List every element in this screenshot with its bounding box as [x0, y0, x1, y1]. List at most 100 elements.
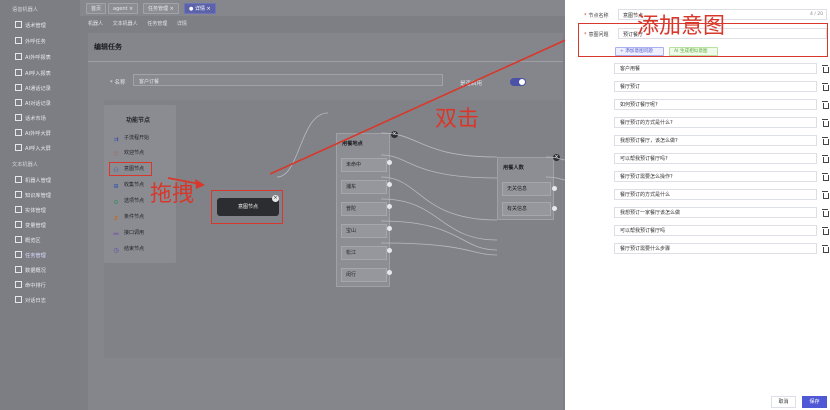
cancel-button[interactable]: 取消 — [771, 396, 796, 408]
enable-label: 是否启用 — [460, 81, 483, 87]
palette-item-welcome[interactable]: ♡ 欢迎节点 — [112, 147, 144, 159]
flow-row[interactable]: 宝山 — [341, 224, 387, 238]
sidebar-item-outbound-task[interactable]: 外呼任务 — [0, 36, 80, 48]
tab-agent[interactable]: agent × — [108, 3, 139, 14]
divider — [88, 61, 563, 62]
sidebar-item-script[interactable]: 话术管理 — [0, 20, 80, 32]
trash-icon[interactable] — [822, 137, 829, 145]
close-icon[interactable]: × — [391, 131, 398, 138]
trash-icon[interactable] — [822, 227, 829, 235]
breadcrumb-item[interactable]: 机器人 — [88, 21, 103, 27]
trash-icon[interactable] — [822, 173, 829, 181]
similar-question-input[interactable]: 客户用餐 — [614, 63, 817, 74]
sidebar: 语音机器人 话术管理 外呼任务 AI外呼报表 AI呼入报表 AI通话记录 AI对… — [0, 0, 80, 410]
name-input[interactable]: 客户订餐 — [133, 74, 443, 86]
sidebar-item-call-records[interactable]: AI通话记录 — [0, 83, 80, 95]
connector-port[interactable] — [552, 186, 557, 191]
similar-question-input[interactable]: 如何预订餐厅呢? — [614, 99, 817, 110]
condition-icon: ⇵ — [113, 215, 119, 222]
sidebar-item-task-manage[interactable]: 任务管理 — [0, 250, 80, 262]
trash-icon[interactable] — [822, 83, 829, 91]
flow-card-party-size[interactable]: 用餐人数 无关信息 有关信息 — [497, 157, 554, 220]
palette-item-label: 选项节点 — [124, 198, 145, 204]
connector-port[interactable] — [387, 270, 392, 275]
similar-question-input[interactable]: 餐厅预订的方式是什么 — [614, 189, 817, 200]
intent-node-highlight — [109, 162, 152, 176]
sidebar-item-overview[interactable]: 概览区 — [0, 235, 80, 247]
connector-port[interactable] — [387, 248, 392, 253]
connector-port[interactable] — [387, 160, 392, 165]
sidebar-item-inbound-report[interactable]: AI呼入报表 — [0, 68, 80, 80]
tab-home[interactable]: 首页 — [86, 3, 107, 14]
sidebar-item-dialog-log[interactable]: 对话日志 — [0, 295, 80, 307]
flow-row[interactable]: 闵行 — [341, 268, 387, 282]
sidebar-group-voice-robot[interactable]: 语音机器人 — [0, 4, 80, 16]
palette-item-flow-start[interactable]: ⇉ 子流程开始 — [112, 132, 149, 144]
palette-item-option[interactable]: ⊙ 选项节点 — [112, 195, 144, 207]
connector-port[interactable] — [387, 182, 392, 187]
dropped-intent-node[interactable]: 意图节点 — [217, 198, 279, 216]
flow-card-dining-location[interactable]: 用餐地点 未命中 浦东 普陀 宝山 松江 闵行 — [336, 133, 390, 287]
palette-item-condition[interactable]: ⇵ 条件节点 — [112, 211, 144, 223]
connector-port[interactable] — [387, 226, 392, 231]
page-title: 编辑任务 — [94, 43, 122, 51]
trash-icon[interactable] — [822, 155, 829, 163]
collect-icon: ⊞ — [113, 183, 119, 190]
palette-item-end[interactable]: ◷ 结束节点 — [112, 243, 144, 255]
save-button[interactable]: 保存 — [802, 396, 827, 408]
flow-row[interactable]: 无关信息 — [502, 182, 551, 196]
breadcrumb-item[interactable]: 文本机器人 — [113, 21, 138, 27]
sidebar-item-knowledge[interactable]: 知识库管理 — [0, 190, 80, 202]
sidebar-item-data-overview[interactable]: 数据概况 — [0, 265, 80, 277]
tab-task-manage[interactable]: 任务管理 × — [143, 3, 179, 14]
flow-row[interactable]: 普陀 — [341, 202, 387, 216]
close-icon[interactable]: × — [553, 154, 560, 161]
trash-icon[interactable] — [822, 65, 829, 73]
flow-row[interactable]: 未命中 — [341, 158, 387, 172]
similar-question-input[interactable]: 餐厅预订需要怎么操作? — [614, 171, 817, 182]
breadcrumb-item[interactable]: 任务管理 — [147, 21, 167, 27]
annotation-add-intent: 添加意图 — [637, 14, 726, 39]
sidebar-item-dialog-records[interactable]: AI对话记录 — [0, 98, 80, 110]
sidebar-item-script-market[interactable]: 话术市场 — [0, 113, 80, 125]
sidebar-group-text-robot[interactable]: 文本机器人 — [0, 159, 80, 171]
close-icon[interactable]: × — [272, 195, 279, 202]
similar-question-input[interactable]: 我想预订一家餐厅该怎么做 — [614, 207, 817, 218]
annotation-drag: 拖拽 — [150, 182, 195, 207]
connector-port[interactable] — [552, 206, 557, 211]
enable-toggle[interactable] — [510, 78, 526, 86]
flow-card-title: 用餐人数 — [503, 165, 524, 171]
flow-card-title: 用餐地点 — [342, 141, 363, 147]
sidebar-item-outbound-dashboard[interactable]: AI外呼大屏 — [0, 128, 80, 140]
palette-item-collect[interactable]: ⊞ 收集节点 — [112, 179, 144, 191]
sidebar-item-inbound-dashboard[interactable]: AI呼入大屏 — [0, 143, 80, 155]
connector-port[interactable] — [387, 204, 392, 209]
flow-start-icon: ⇉ — [113, 136, 119, 143]
flow-row[interactable]: 有关信息 — [502, 202, 551, 216]
trash-icon[interactable] — [822, 101, 829, 109]
trash-icon[interactable] — [822, 209, 829, 217]
sidebar-item-variable[interactable]: 变量管理 — [0, 220, 80, 232]
sidebar-item-hit-ranking[interactable]: 命中排行 — [0, 280, 80, 292]
similar-question-input[interactable]: 餐厅预订的方式是什么? — [614, 117, 817, 128]
similar-question-input[interactable]: 可以帮我预订餐厅吗? — [614, 153, 817, 164]
node-name-label: * 节点名称 — [584, 13, 609, 19]
heart-icon: ♡ — [113, 151, 119, 158]
flow-canvas[interactable]: 功能节点 ⇉ 子流程开始 ♡ 欢迎节点 ⚇ 意图节点 ⊞ 收集节点 ⊙ 选项节点 ⇵ 条件节… — [104, 100, 562, 358]
palette-item-label: 条件节点 — [124, 214, 145, 220]
sidebar-item-outbound-report[interactable]: AI外呼报表 — [0, 52, 80, 64]
sidebar-item-entity[interactable]: 实体管理 — [0, 205, 80, 217]
similar-question-input[interactable]: 餐厅预订 — [614, 81, 817, 92]
trash-icon[interactable] — [822, 245, 829, 253]
flow-row[interactable]: 松江 — [341, 246, 387, 260]
similar-question-input[interactable]: 可以帮我预订餐厅吗 — [614, 225, 817, 236]
option-icon: ⊙ — [113, 199, 119, 206]
similar-question-input[interactable]: 餐厅预订需要什么步骤 — [614, 243, 817, 254]
sidebar-item-robot-manage[interactable]: 机器人管理 — [0, 175, 80, 187]
trash-icon[interactable] — [822, 119, 829, 127]
trash-icon[interactable] — [822, 191, 829, 199]
flow-row[interactable]: 浦东 — [341, 180, 387, 194]
palette-item-api[interactable]: ⚯ 接口调用 — [112, 227, 144, 239]
similar-question-input[interactable]: 我想预订餐厅，该怎么做? — [614, 135, 817, 146]
tab-detail[interactable]: ● 详情 × — [184, 3, 216, 14]
